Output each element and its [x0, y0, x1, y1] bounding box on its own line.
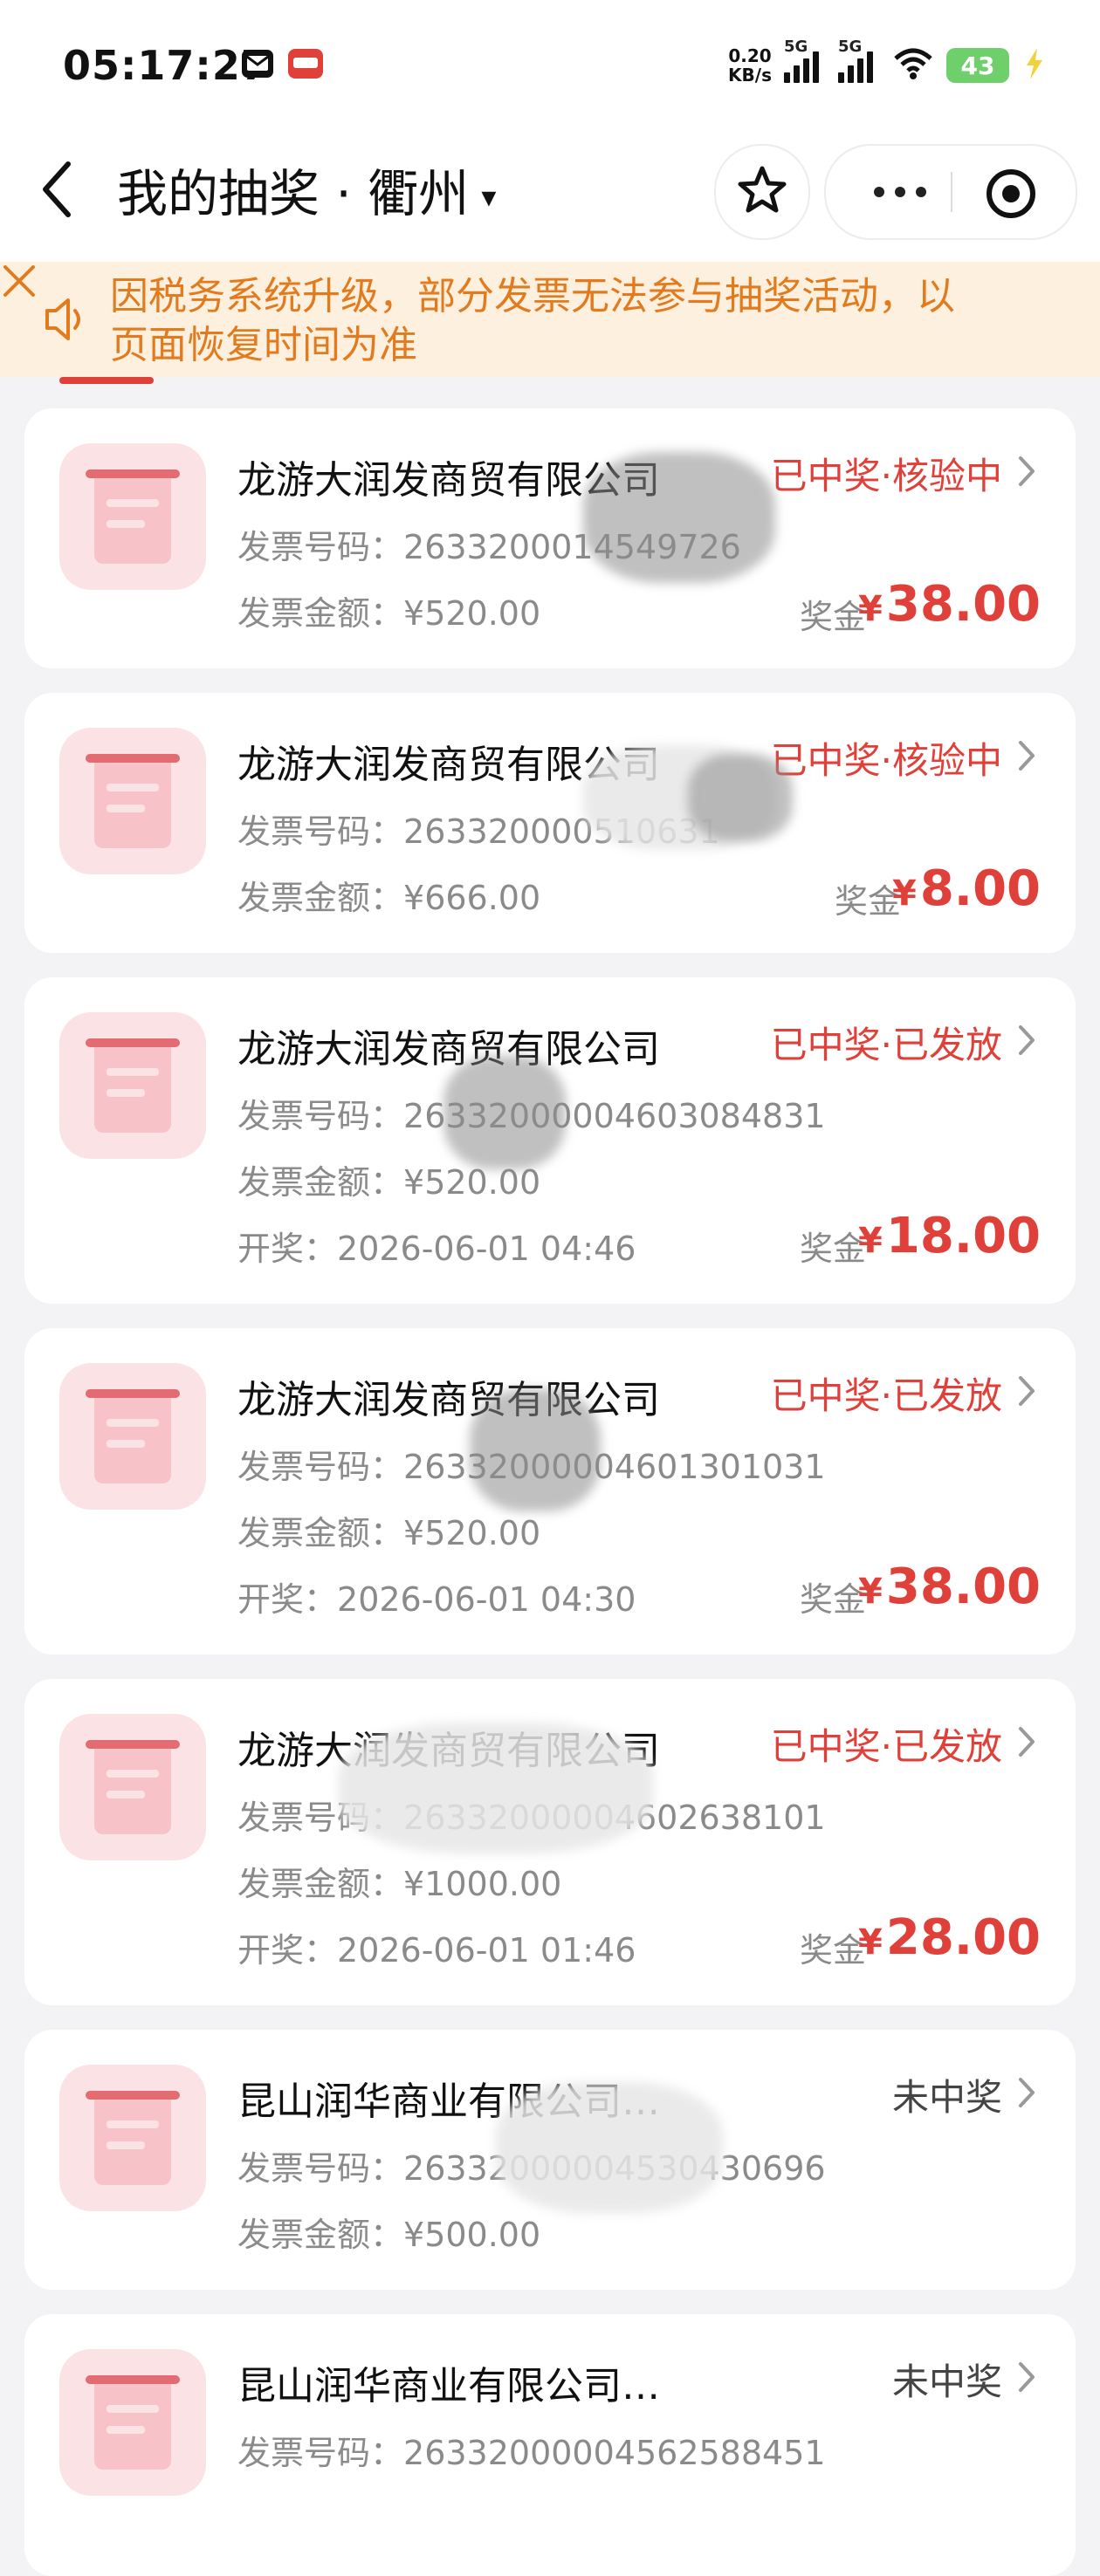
receipt-icon — [59, 1363, 206, 1510]
more-dot-icon — [916, 187, 926, 197]
mail-icon — [239, 45, 276, 86]
invoice-card[interactable]: 龙游大润发商贸有限公司 已中奖·核验中 发票号码：263320000510631… — [24, 693, 1076, 953]
company-name: 龙游大润发商贸有限公司 — [237, 1027, 660, 1072]
star-icon — [736, 164, 788, 220]
prize-label: 奖金 — [799, 1230, 866, 1268]
more-dot-icon — [874, 187, 884, 197]
notice-banner: 因税务系统升级，部分发票无法参与抽奖活动，以页面恢复时间为准 — [0, 262, 1100, 377]
invoice-number: 26332000004562588451 — [403, 2434, 826, 2472]
prize-label: 奖金 — [799, 598, 866, 636]
close-icon — [3, 265, 35, 297]
invoice-card[interactable]: 龙游大润发商贸有限公司 已中奖·已发放 发票号码：263320000046013… — [24, 1328, 1076, 1655]
favorite-button[interactable] — [714, 144, 810, 240]
redaction-scribble — [688, 754, 793, 841]
prize-status: 已中奖·已发放 — [770, 1374, 1002, 1417]
prize-amount: ¥38.00 — [858, 1559, 1041, 1615]
chevron-right-icon — [1016, 738, 1037, 777]
status-bar: 05:17:27 0.20 KB/s 5G 5G 43 — [0, 0, 1100, 131]
prize-amount: ¥8.00 — [891, 860, 1041, 917]
close-mini-program-button[interactable] — [985, 168, 1037, 223]
invoice-card[interactable]: 昆山润华商业有限公司… 未中奖 发票号码：2633200000453043069… — [24, 2030, 1076, 2290]
invoice-card[interactable]: 龙游大润发商贸有限公司 已中奖·核验中 发票号码：263320001454972… — [24, 408, 1076, 668]
page-title[interactable]: 我的抽奖 · 衢州 ▾ — [117, 153, 496, 226]
invoice-card[interactable]: 龙游大润发商贸有限公司 已中奖·已发放 发票号码：263320000046026… — [24, 1679, 1076, 2005]
invoice-amount-row: 发票金额：¥520.00 — [237, 1514, 541, 1552]
receipt-icon — [59, 443, 206, 590]
invoice-amount: ¥520.00 — [403, 1514, 541, 1552]
page-title-text: 我的抽奖 · 衢州 — [117, 164, 470, 223]
invoice-card[interactable]: 龙游大润发商贸有限公司 已中奖·已发放 发票号码：263320000046030… — [24, 977, 1076, 1304]
redaction-scribble — [470, 1389, 601, 1511]
back-icon[interactable] — [37, 159, 75, 223]
prize-amount: ¥38.00 — [858, 576, 1041, 633]
receipt-icon — [59, 1012, 206, 1159]
status-indicators: 0.20 KB/s 5G 5G 43 — [728, 35, 1048, 96]
receipt-icon — [59, 2065, 206, 2211]
company-name: 昆山润华商业有限公司… — [237, 2364, 660, 2408]
prize-label: 奖金 — [799, 1580, 866, 1619]
more-dot-icon — [895, 187, 905, 197]
draw-time-row: 开奖：2026-06-01 04:46 — [237, 1230, 636, 1268]
charging-icon — [1021, 46, 1048, 85]
prize-amount: ¥18.00 — [858, 1208, 1041, 1264]
invoice-amount-row: 发票金额：¥1000.00 — [237, 1865, 562, 1903]
invoice-amount-row: 发票金额：¥666.00 — [237, 879, 541, 917]
redaction-scribble — [339, 1723, 653, 1853]
invoice-amount: ¥520.00 — [403, 594, 541, 633]
signal-icon-sim2: 5G — [838, 38, 880, 83]
more-button[interactable] — [852, 146, 948, 238]
prize-status: 已中奖·已发放 — [770, 1725, 1002, 1768]
prize-amount: ¥28.00 — [858, 1909, 1041, 1966]
receipt-icon — [59, 728, 206, 874]
prize-status: 已中奖·已发放 — [770, 1024, 1002, 1066]
battery-indicator: 43 — [946, 48, 1009, 83]
draw-time: 2026-06-01 04:30 — [337, 1580, 636, 1619]
receipt-icon — [59, 2349, 206, 2496]
receipt-icon — [59, 1714, 206, 1860]
close-notice-button[interactable] — [0, 262, 38, 300]
notice-text: 因税务系统升级，部分发票无法参与抽奖活动，以页面恢复时间为准 — [110, 274, 955, 367]
redaction-scribble — [583, 452, 775, 583]
chevron-right-icon — [1016, 2075, 1037, 2114]
chevron-right-icon — [1016, 1374, 1037, 1412]
invoice-number: 26332000004601301031 — [403, 1448, 826, 1486]
invoice-amount: ¥666.00 — [403, 879, 541, 917]
company-name: 龙游大润发商贸有限公司 — [237, 1378, 660, 1422]
dropdown-caret-icon: ▾ — [481, 179, 497, 215]
speaker-icon — [42, 293, 91, 349]
prize-status: 未中奖 — [891, 2076, 1002, 2119]
tab-indicator — [59, 377, 154, 384]
draw-time: 2026-06-01 04:46 — [337, 1230, 636, 1268]
redaction-scribble — [496, 2082, 723, 2213]
prize-status: 已中奖·核验中 — [770, 455, 1002, 497]
chevron-right-icon — [1016, 1023, 1037, 1061]
draw-time-row: 开奖：2026-06-01 04:30 — [237, 1580, 636, 1619]
invoice-amount-row: 发票金额：¥520.00 — [237, 594, 541, 633]
invoice-card[interactable]: 昆山润华商业有限公司… 未中奖 发票号码：2633200000456258845… — [24, 2314, 1076, 2576]
redaction-scribble — [443, 1056, 566, 1169]
chevron-right-icon — [1016, 2360, 1037, 2398]
prize-status: 已中奖·核验中 — [770, 739, 1002, 782]
mini-program-capsule — [824, 144, 1077, 240]
invoice-amount-row: 发票金额：¥500.00 — [237, 2216, 541, 2254]
signal-icon-sim1: 5G — [784, 38, 826, 83]
capsule-divider — [951, 172, 952, 212]
invoice-amount: ¥1000.00 — [403, 1865, 562, 1903]
target-icon — [987, 169, 1035, 218]
chevron-right-icon — [1016, 454, 1037, 492]
draw-time: 2026-06-01 01:46 — [337, 1931, 636, 1970]
app-notification-icon — [286, 45, 325, 86]
wifi-icon — [892, 46, 934, 85]
invoice-number-row: 发票号码：26332000004562588451 — [237, 2434, 826, 2472]
prize-label: 奖金 — [834, 882, 901, 921]
prize-label: 奖金 — [799, 1931, 866, 1970]
net-speed: 0.20 KB/s — [728, 45, 772, 86]
draw-time-row: 开奖：2026-06-01 01:46 — [237, 1931, 636, 1970]
prize-status: 未中奖 — [891, 2360, 1002, 2403]
chevron-right-icon — [1016, 1724, 1037, 1763]
invoice-amount: ¥500.00 — [403, 2216, 541, 2254]
